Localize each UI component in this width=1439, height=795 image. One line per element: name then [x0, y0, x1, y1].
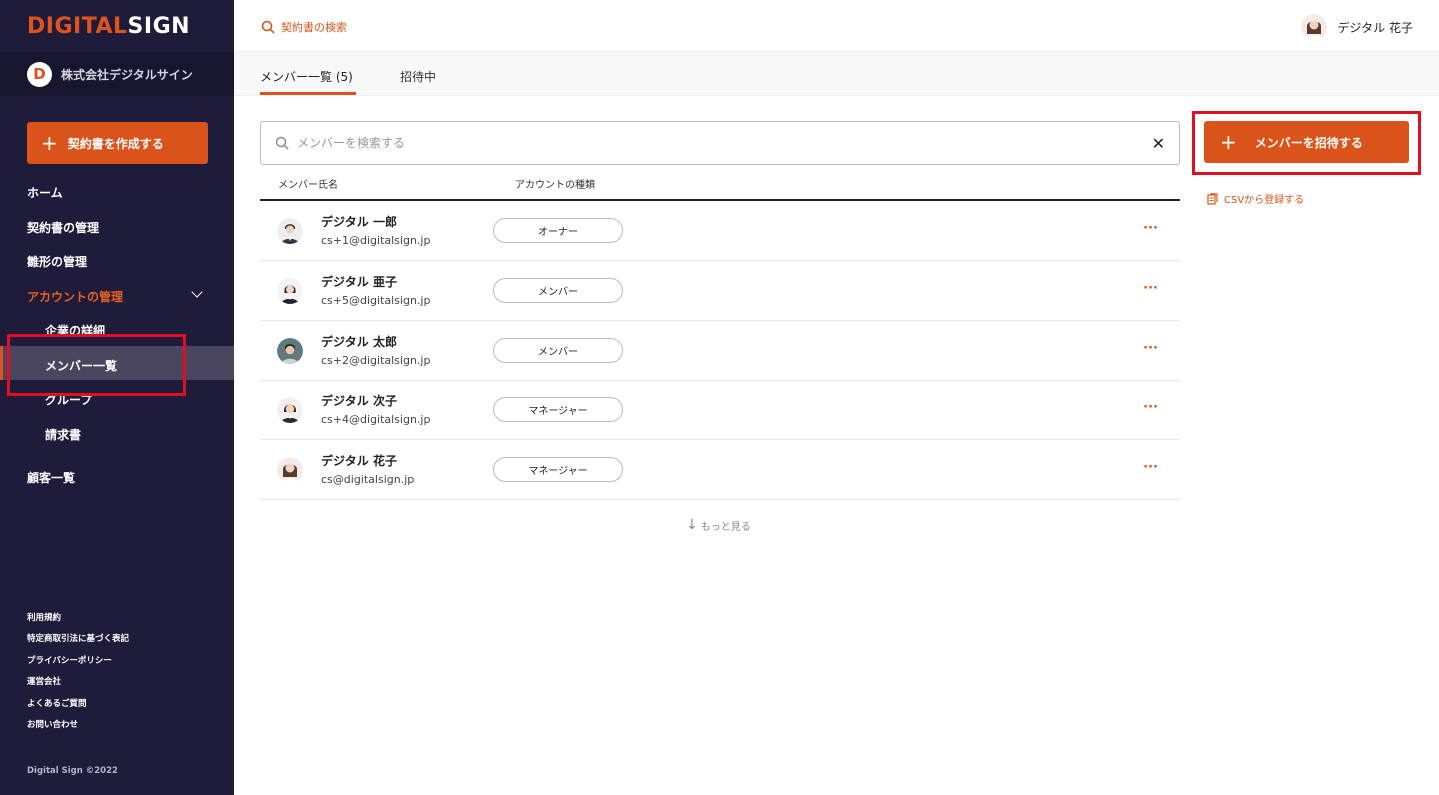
footer-link-contact[interactable]: お問い合わせ: [27, 718, 78, 730]
csv-import-link[interactable]: CSVから登録する: [1207, 191, 1304, 206]
column-header-name: メンバー氏名: [278, 180, 338, 191]
table-row: デジタル 花子 cs@digitalsign.jp マネージャー ···: [260, 440, 1180, 500]
member-name: デジタル 花子: [321, 454, 397, 468]
member-search-box: ✕: [260, 121, 1180, 165]
tab-invited[interactable]: 招待中: [400, 68, 436, 85]
member-avatar: [277, 338, 303, 364]
footer-link-faq[interactable]: よくあるご質問: [27, 697, 87, 709]
role-badge: マネージャー: [493, 397, 623, 422]
sidebar-item-account[interactable]: アカウントの管理: [27, 288, 123, 305]
member-avatar: [277, 218, 303, 244]
footer-link-company[interactable]: 運営会社: [27, 675, 61, 687]
role-badge: メンバー: [493, 278, 623, 303]
sidebar-item-contracts[interactable]: 契約書の管理: [27, 219, 99, 236]
member-email: cs@digitalsign.jp: [321, 473, 415, 486]
highlight-box-members: [7, 334, 186, 396]
table-row: デジタル 亜子 cs+5@digitalsign.jp メンバー ···: [260, 261, 1180, 321]
top-bar: 契約書の検索 デジタル 花子: [234, 0, 1439, 52]
tab-bar: メンバー一覧 (5) 招待中: [234, 52, 1439, 96]
search-icon: [275, 136, 289, 150]
table-row: デジタル 一郎 cs+1@digitalsign.jp オーナー ···: [260, 201, 1180, 261]
member-email: cs+1@digitalsign.jp: [321, 234, 431, 247]
sidebar-item-home[interactable]: ホーム: [27, 184, 63, 201]
active-item-indicator: [0, 346, 3, 380]
member-email: cs+2@digitalsign.jp: [321, 354, 431, 367]
search-icon: [261, 20, 275, 34]
active-tab-underline: [260, 92, 356, 95]
arrow-down-icon: ↓: [686, 517, 698, 533]
sidebar-item-invoices[interactable]: 請求書: [45, 426, 81, 443]
user-avatar: [1301, 14, 1328, 40]
create-contract-label: 契約書を作成する: [67, 136, 164, 151]
member-search-input[interactable]: [297, 136, 1117, 150]
footer-link-privacy[interactable]: プライバシーポリシー: [27, 654, 112, 666]
more-options-icon[interactable]: ···: [1143, 460, 1158, 475]
company-badge-icon: D: [27, 61, 52, 87]
company-switcher[interactable]: D 株式会社デジタルサイン: [0, 52, 234, 96]
member-avatar: [277, 457, 303, 483]
member-avatar: [277, 278, 303, 304]
more-options-icon[interactable]: ···: [1143, 281, 1158, 296]
role-badge: オーナー: [493, 218, 623, 243]
role-badge: メンバー: [493, 338, 623, 363]
app-logo[interactable]: DIGITALSIGN: [27, 14, 190, 39]
close-icon[interactable]: ✕: [1152, 134, 1165, 153]
member-name: デジタル 亜子: [321, 275, 397, 289]
member-avatar: [277, 397, 303, 423]
more-options-icon[interactable]: ···: [1143, 221, 1158, 236]
contract-search-link[interactable]: 契約書の検索: [261, 19, 347, 35]
member-name: デジタル 太郎: [321, 335, 397, 349]
footer-link-commerce[interactable]: 特定商取引法に基づく表記: [27, 632, 129, 644]
company-name: 株式会社デジタルサイン: [61, 67, 193, 82]
document-icon: [1207, 192, 1218, 205]
user-menu[interactable]: デジタル 花子: [1301, 14, 1413, 40]
sidebar-item-templates[interactable]: 雛形の管理: [27, 253, 87, 270]
create-contract-button[interactable]: + 契約書を作成する: [27, 122, 208, 164]
plus-icon: +: [41, 131, 58, 155]
user-name: デジタル 花子: [1337, 20, 1413, 35]
tab-member-list[interactable]: メンバー一覧 (5): [260, 68, 353, 85]
copyright: Digital Sign ©2022: [27, 766, 118, 776]
member-email: cs+4@digitalsign.jp: [321, 413, 431, 426]
footer-link-terms[interactable]: 利用規約: [27, 611, 61, 623]
more-options-icon[interactable]: ···: [1143, 400, 1158, 415]
member-name: デジタル 次子: [321, 394, 397, 408]
table-row: デジタル 太郎 cs+2@digitalsign.jp メンバー ···: [260, 321, 1180, 381]
sidebar: DIGITALSIGN D 株式会社デジタルサイン + 契約書を作成する ホーム…: [0, 0, 234, 795]
member-email: cs+5@digitalsign.jp: [321, 294, 431, 307]
show-more-button[interactable]: ↓ もっと見る: [686, 517, 751, 533]
member-name: デジタル 一郎: [321, 215, 397, 229]
chevron-down-icon[interactable]: [191, 286, 203, 298]
column-header-account-type: アカウントの種類: [515, 180, 595, 191]
role-badge: マネージャー: [493, 457, 623, 482]
sidebar-item-customers[interactable]: 顧客一覧: [27, 469, 75, 486]
more-options-icon[interactable]: ···: [1143, 341, 1158, 356]
highlight-box-invite: [1192, 111, 1421, 175]
table-row: デジタル 次子 cs+4@digitalsign.jp マネージャー ···: [260, 380, 1180, 440]
